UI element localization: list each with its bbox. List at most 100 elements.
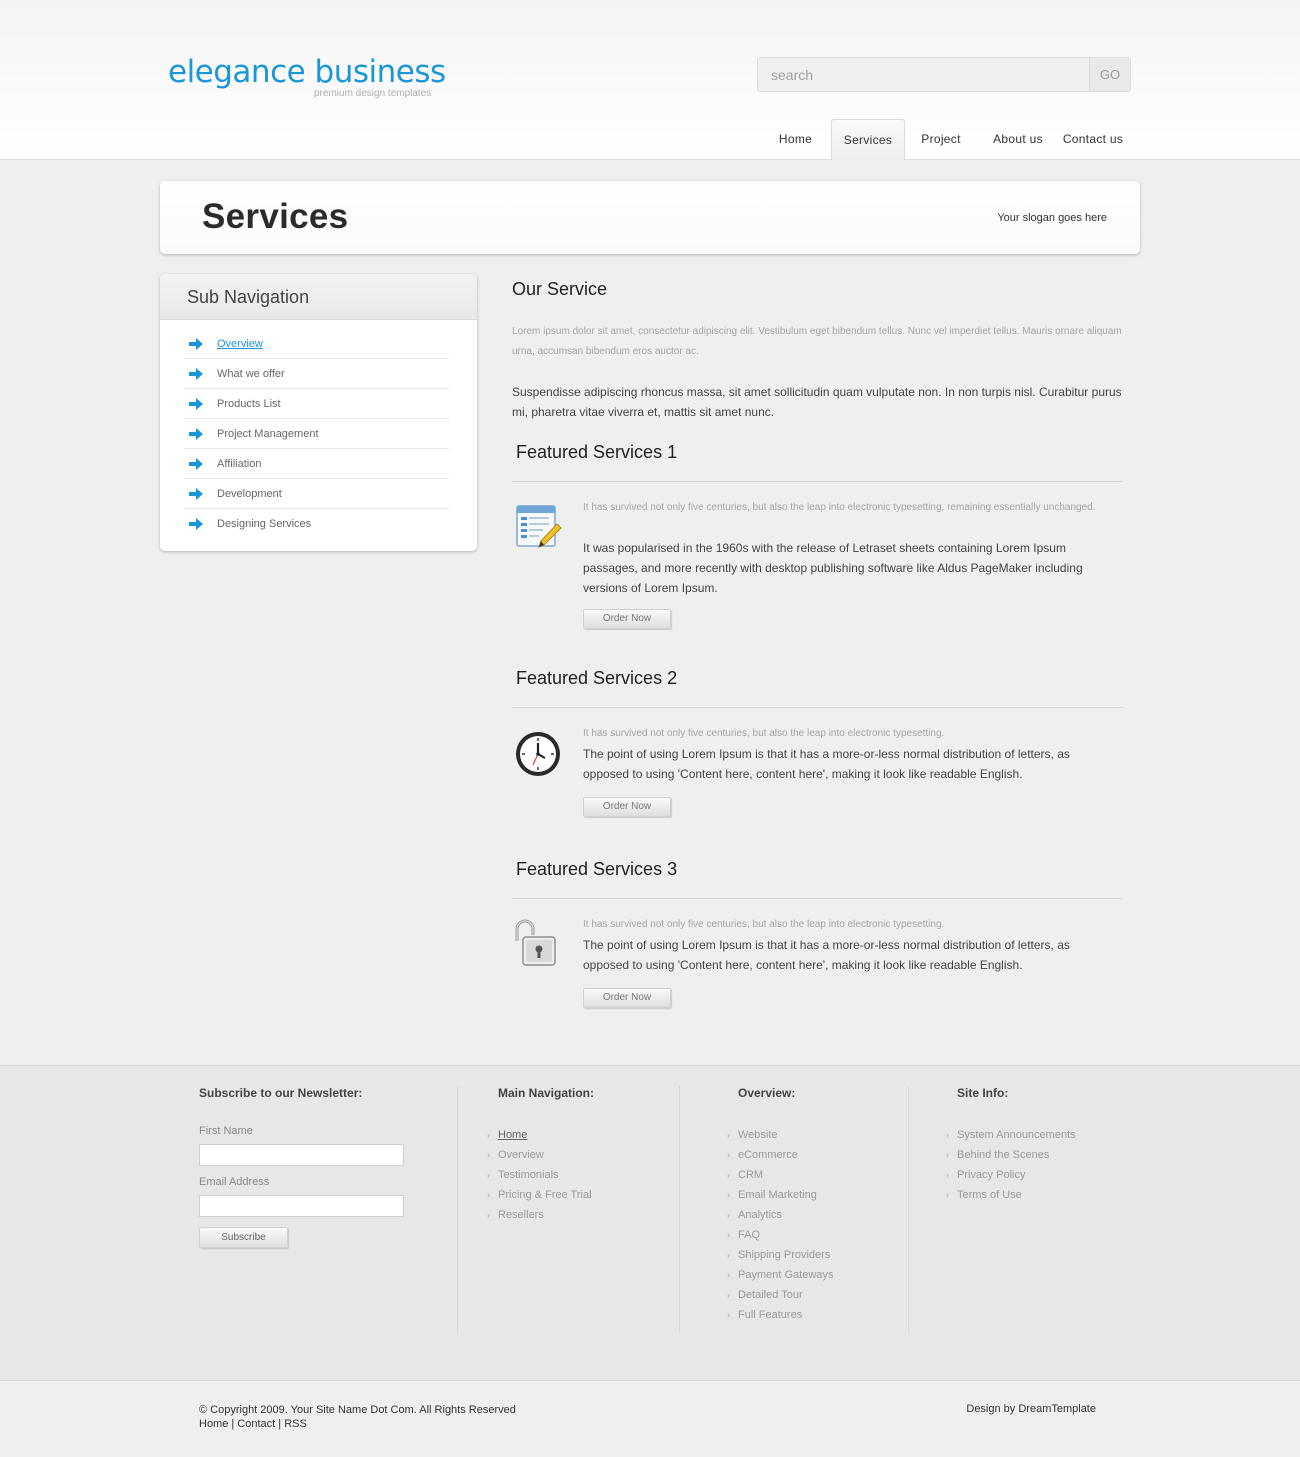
footer-link-faq[interactable]: › FAQ [727, 1225, 897, 1245]
search-go-button[interactable]: GO [1089, 58, 1130, 91]
bullet-icon: › [487, 1150, 490, 1160]
footer-link-behind-the-scenes[interactable]: › Behind the Scenes [946, 1145, 1136, 1165]
page-title: Services [202, 197, 349, 236]
design-credit[interactable]: Design by DreamTemplate [966, 1403, 1096, 1415]
featured-service-title: Featured Services 1 [516, 442, 678, 462]
footer-link-ecommerce[interactable]: › eCommerce [727, 1145, 897, 1165]
arrow-right-icon [189, 488, 203, 500]
bullet-icon: › [946, 1150, 949, 1160]
site-logo[interactable]: elegance business premium design templat… [168, 52, 446, 99]
first-name-label: First Name [199, 1125, 253, 1137]
footer-link-system-announcements[interactable]: › System Announcements [946, 1125, 1136, 1145]
arrow-right-icon [189, 428, 203, 440]
footer-link-analytics[interactable]: › Analytics [727, 1205, 897, 1225]
divider [512, 898, 1123, 899]
arrow-right-icon [189, 458, 203, 470]
order-now-button[interactable]: Order Now [583, 797, 671, 817]
sidebar-item-label: Overview [217, 338, 263, 350]
page-title-bar: Services Your slogan goes here [160, 181, 1140, 254]
newsletter-form: Subscribe to our Newsletter: First Name … [199, 1086, 429, 1333]
nav-services[interactable]: Services [831, 119, 905, 160]
divider [512, 707, 1123, 708]
sidebar-item-designing-services[interactable]: Designing Services [184, 509, 449, 539]
sidebar-item-label: Designing Services [217, 518, 312, 530]
arrow-right-icon [189, 398, 203, 410]
bullet-icon: › [487, 1130, 490, 1140]
first-name-field[interactable] [199, 1144, 404, 1166]
document-edit-icon [516, 505, 562, 548]
footer-link-pricing[interactable]: › Pricing & Free Trial [487, 1185, 667, 1205]
footer-link-full-features[interactable]: › Full Features [727, 1305, 897, 1325]
sidebar-item-label: Project Management [217, 428, 319, 440]
footer-link-detailed-tour[interactable]: › Detailed Tour [727, 1285, 897, 1305]
sidebar-item-label: Development [217, 488, 282, 500]
footer-link-website[interactable]: › Website [727, 1125, 897, 1145]
intro-small-text: Lorem ipsum dolor sit amet, consectetur … [512, 326, 1122, 357]
bottom-links[interactable]: Home | Contact | RSS [199, 1417, 516, 1431]
sidebar-item-label: Affiliation [217, 458, 262, 470]
nav-about-us[interactable]: About us [977, 119, 1059, 160]
site-header: elegance business premium design templat… [0, 0, 1300, 160]
email-address-label: Email Address [199, 1176, 270, 1188]
copyright-block: © Copyright 2009. Your Site Name Dot Com… [199, 1403, 516, 1431]
divider [512, 481, 1123, 482]
sidebar-item-development[interactable]: Development [184, 479, 449, 509]
bullet-icon: › [727, 1270, 730, 1280]
featured-service-body-text: The point of using Lorem Ipsum is that i… [583, 747, 1070, 781]
bullet-icon: › [727, 1230, 730, 1240]
search-input[interactable] [758, 58, 1090, 91]
order-now-button[interactable]: Order Now [583, 609, 671, 629]
footer-overview: Overview: › Website › eCommerce › CRM › Emai… [727, 1086, 897, 1333]
arrow-right-icon [189, 368, 203, 380]
footer-link-home[interactable]: › Home [487, 1125, 667, 1145]
footer-link-payment-gateways[interactable]: › Payment Gateways [727, 1265, 897, 1285]
email-field[interactable] [199, 1195, 404, 1217]
sub-navigation: Sub Navigation Overview What we offer Pr… [160, 274, 477, 551]
intro-body-text: Suspendisse adipiscing rhoncus massa, si… [512, 385, 1122, 419]
divider [679, 1086, 680, 1333]
sidebar-item-what-we-offer[interactable]: What we offer [184, 359, 449, 389]
clock-icon [516, 732, 560, 776]
featured-service-small-text: It has survived not only five centuries,… [583, 919, 945, 930]
nav-home[interactable]: Home [760, 119, 831, 160]
main-nav: Home Services Project About us Contact u… [760, 119, 1127, 160]
sidebar-item-products-list[interactable]: Products List [184, 389, 449, 419]
footer-link-testimonials[interactable]: › Testimonials [487, 1165, 667, 1185]
featured-service-title: Featured Services 3 [516, 859, 678, 879]
sidebar-item-affiliation[interactable]: Affiliation [184, 449, 449, 479]
sidebar-item-project-management[interactable]: Project Management [184, 419, 449, 449]
footer-link-overview[interactable]: › Overview [487, 1145, 667, 1165]
footer-link-crm[interactable]: › CRM [727, 1165, 897, 1185]
arrow-right-icon [189, 518, 203, 530]
bullet-icon: › [727, 1290, 730, 1300]
footer-main-navigation: Main Navigation: › Home › Overview › Testim… [487, 1086, 667, 1333]
footer-main-nav-title: Main Navigation: [498, 1086, 595, 1100]
bullet-icon: › [946, 1190, 949, 1200]
bullet-icon: › [487, 1170, 490, 1180]
featured-service-title: Featured Services 2 [516, 668, 678, 688]
bullet-icon: › [487, 1210, 490, 1220]
padlock-icon [515, 919, 556, 966]
featured-service-body-text: The point of using Lorem Ipsum is that i… [583, 938, 1070, 972]
featured-service-small-text: It has survived not only five centuries,… [583, 502, 1096, 513]
divider [908, 1086, 909, 1333]
footer-link-terms-of-use[interactable]: › Terms of Use [946, 1185, 1136, 1205]
nav-contact-us[interactable]: Contact us [1059, 119, 1127, 160]
sub-navigation-title: Sub Navigation [160, 274, 477, 320]
sidebar-item-overview[interactable]: Overview [184, 329, 449, 359]
newsletter-title: Subscribe to our Newsletter: [199, 1086, 363, 1100]
footer-site-info-title: Site Info: [957, 1086, 1009, 1100]
copyright-text: © Copyright 2009. Your Site Name Dot Com… [199, 1404, 516, 1416]
search-box: GO [757, 57, 1131, 92]
footer-link-privacy-policy[interactable]: › Privacy Policy [946, 1165, 1136, 1185]
footer-link-resellers[interactable]: › Resellers [487, 1205, 667, 1225]
footer-link-email-marketing[interactable]: › Email Marketing [727, 1185, 897, 1205]
site-footer: Subscribe to our Newsletter: First Name … [0, 1065, 1300, 1380]
order-now-button[interactable]: Order Now [583, 988, 671, 1008]
footer-link-shipping-providers[interactable]: › Shipping Providers [727, 1245, 897, 1265]
featured-service-small-text: It has survived not only five centuries,… [583, 728, 945, 739]
nav-project[interactable]: Project [905, 119, 977, 160]
bullet-icon: › [727, 1210, 730, 1220]
subscribe-button[interactable]: Subscribe [199, 1227, 288, 1248]
bottom-bar: © Copyright 2009. Your Site Name Dot Com… [0, 1380, 1300, 1457]
